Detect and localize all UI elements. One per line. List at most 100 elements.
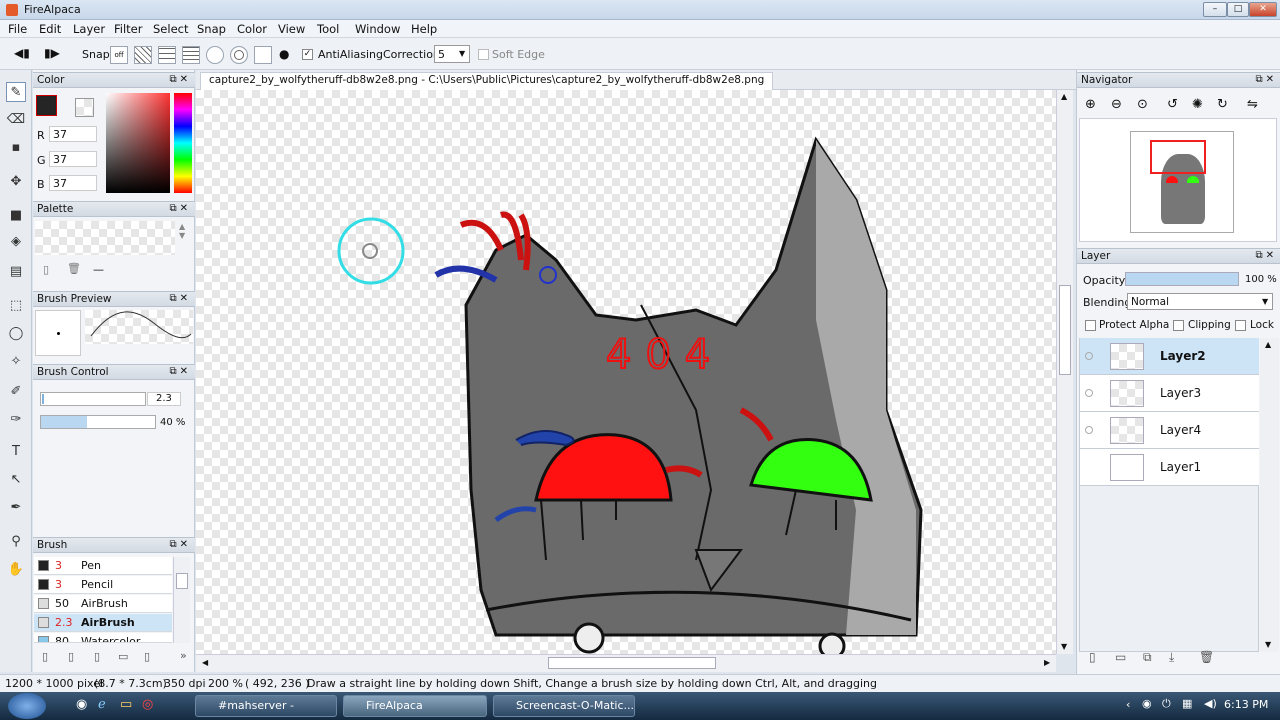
media-icon[interactable]: ◎ (142, 697, 153, 712)
move-tool-icon[interactable]: ✥ (6, 172, 26, 192)
document-tab[interactable]: capture2_by_wolfytheruff-db8w2e8.png - C… (200, 72, 774, 90)
layer-folder-icon[interactable]: ▭ (1115, 650, 1126, 664)
eraser-tool-icon[interactable]: ⌫ (6, 110, 26, 130)
snap-grid-icon[interactable] (158, 46, 176, 64)
dropper-tool-icon[interactable]: ⚲ (6, 532, 26, 552)
palette-area[interactable] (35, 221, 175, 255)
delete-layer-icon[interactable]: 🗑 (1199, 650, 1214, 664)
close-button[interactable]: ✕ (1249, 2, 1277, 17)
snap-point-icon[interactable]: ● (279, 47, 289, 61)
layer-row-layer4[interactable]: Layer4 (1080, 412, 1259, 449)
antialiasing-checkbox[interactable]: ✓ (302, 47, 313, 60)
select-eraser-icon[interactable]: ✑ (6, 410, 26, 430)
hand-tool-icon[interactable]: ✋ (6, 560, 26, 580)
lock-checkbox[interactable] (1235, 318, 1246, 331)
secondary-color-swatch[interactable] (75, 98, 94, 117)
menu-file[interactable]: File (8, 22, 27, 36)
scroll-left-icon[interactable]: ◀ (202, 658, 208, 667)
ie-icon[interactable]: ℯ (98, 697, 106, 712)
menu-snap[interactable]: Snap (197, 22, 226, 36)
dot-tool-icon[interactable]: ▪ (6, 138, 26, 158)
r-input[interactable]: 37 (49, 126, 97, 142)
brush-item[interactable]: 80 Watercolor (34, 633, 172, 643)
start-button[interactable] (8, 693, 46, 719)
select-tool-icon[interactable]: ⬚ (6, 296, 26, 316)
snap-circle-icon[interactable] (230, 46, 248, 64)
navigator-preview[interactable] (1079, 118, 1277, 242)
snap-curve-icon[interactable] (254, 46, 272, 64)
menu-window[interactable]: Window (355, 22, 400, 36)
menu-help[interactable]: Help (411, 22, 437, 36)
folder-icon[interactable]: ▭ (118, 650, 128, 663)
layer-row-layer2[interactable]: Layer2 (1080, 338, 1259, 375)
eye-icon[interactable] (1085, 352, 1093, 360)
layer-opacity-slider[interactable] (1125, 272, 1239, 286)
network-icon[interactable]: ▦ (1182, 697, 1192, 710)
hue-slider[interactable] (174, 93, 192, 193)
bucket-tool-icon[interactable]: ◈ (6, 232, 26, 252)
copy-brush-icon[interactable]: ▯ (144, 650, 150, 663)
duplicate-brush-icon[interactable]: ▯ (94, 650, 100, 663)
volume-icon[interactable]: ◀) (1204, 697, 1217, 710)
task-firealpaca[interactable]: FireAlpaca (343, 695, 487, 717)
brush-item[interactable]: 3 Pencil (34, 576, 172, 594)
eye-icon[interactable] (1085, 426, 1093, 434)
protect-alpha-checkbox[interactable] (1085, 318, 1096, 331)
scroll-right-icon[interactable]: ▶ (1044, 658, 1050, 667)
scroll-up-icon[interactable]: ▲ (1061, 92, 1067, 101)
edit-brush-icon[interactable]: ▯ (68, 650, 74, 663)
zoom-fit-icon[interactable]: ⊙ (1137, 97, 1148, 112)
layer-row-layer1[interactable]: Layer1 (1080, 449, 1259, 486)
panel-controls-icon[interactable]: ⧉✕ (169, 365, 191, 379)
operation-tool-icon[interactable]: ↖ (6, 470, 26, 490)
lasso-tool-icon[interactable]: ◯ (6, 324, 26, 344)
tray-icon[interactable]: ◉ (1142, 697, 1152, 710)
menu-tool[interactable]: Tool (317, 22, 339, 36)
tray-icon[interactable]: ⏻ (1162, 697, 1171, 711)
merge-layer-icon[interactable]: ⤓ (1169, 650, 1174, 665)
next-icon[interactable]: ▮▶ (44, 46, 60, 60)
trash-icon[interactable]: 🗑 (67, 262, 81, 275)
brush-opacity-slider[interactable] (40, 415, 156, 429)
panel-controls-icon[interactable]: ⧉✕ (169, 73, 191, 87)
gradient-tool-icon[interactable]: ▤ (6, 262, 26, 282)
panel-controls-icon[interactable]: ⧉✕ (1255, 249, 1277, 263)
menu-filter[interactable]: Filter (114, 22, 142, 36)
brush-size-value[interactable]: 2.3 (147, 392, 181, 406)
add-brush-icon[interactable]: ▯ (42, 650, 48, 663)
correction-select[interactable]: 5 ▼ (434, 45, 470, 63)
zoom-out-icon[interactable]: ⊖ (1111, 97, 1122, 112)
prev-icon[interactable]: ◀▮ (14, 46, 30, 60)
hscroll-thumb[interactable] (548, 657, 716, 669)
scroll-down-icon[interactable]: ▼ (1061, 642, 1067, 651)
panel-controls-icon[interactable]: ⧉✕ (169, 202, 191, 216)
pen-tool-icon[interactable]: ✎ (6, 82, 26, 102)
rotate-right-icon[interactable]: ↻ (1217, 97, 1228, 112)
soft-edge-checkbox[interactable] (478, 47, 489, 60)
brush-item[interactable]: 3 Pen (34, 557, 172, 575)
blending-select[interactable]: Normal ▼ (1127, 293, 1273, 310)
saturation-picker[interactable] (106, 93, 170, 193)
layer-list-scrollbar[interactable]: ▲ ▼ (1260, 338, 1279, 652)
snap-parallel-icon[interactable] (134, 46, 152, 64)
folder-icon[interactable]: ▭ (120, 697, 132, 712)
chrome-icon[interactable]: ◉ (76, 697, 87, 712)
navigator-viewport-rect[interactable] (1150, 140, 1206, 174)
snap-radial-icon[interactable] (206, 46, 224, 64)
maximize-button[interactable]: □ (1227, 2, 1249, 17)
clipping-checkbox[interactable] (1173, 318, 1184, 331)
task-screencast[interactable]: Screencast-O-Matic... (493, 695, 635, 717)
canvas-vscrollbar[interactable]: ▲ ▼ (1056, 90, 1073, 654)
tray-arrow-icon[interactable]: ‹ (1126, 698, 1130, 711)
rotate-left-icon[interactable]: ↺ (1167, 97, 1178, 112)
panel-controls-icon[interactable]: ⧉✕ (1255, 73, 1277, 87)
menu-view[interactable]: View (278, 22, 305, 36)
brush-size-slider[interactable] (40, 392, 146, 406)
g-input[interactable]: 37 (49, 151, 97, 167)
more-icon[interactable]: » (180, 649, 187, 662)
b-input[interactable]: 37 (49, 175, 97, 191)
new-layer-icon[interactable]: ▯ (1089, 650, 1096, 664)
snap-off-button[interactable]: off (110, 46, 128, 64)
magic-wand-icon[interactable]: ✧ (6, 352, 26, 372)
canvas-area[interactable]: 404 (196, 90, 1056, 654)
